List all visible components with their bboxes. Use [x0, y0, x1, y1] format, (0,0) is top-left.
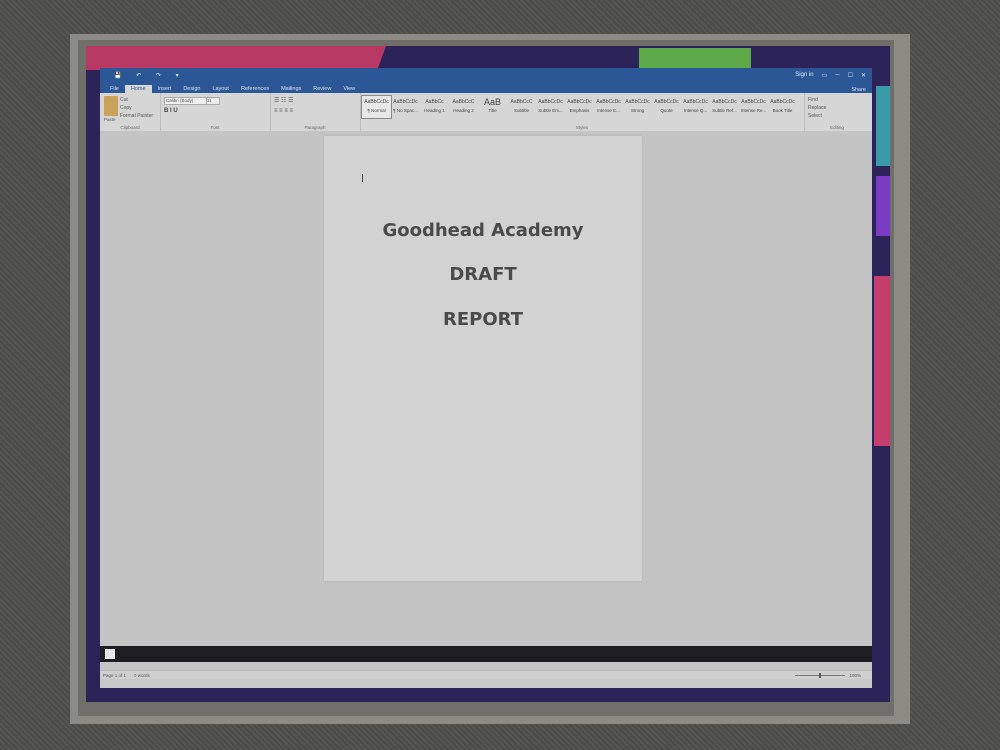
tab-file[interactable]: File	[104, 85, 125, 93]
wallpaper-red-band	[86, 46, 387, 70]
quick-access-toolbar: 💾 ↶ ↷ ▾	[106, 72, 184, 79]
wallpaper-purple-band	[876, 176, 890, 236]
paragraph-label: Paragraph	[304, 125, 326, 130]
zoom-level[interactable]: 100%	[849, 673, 861, 678]
tab-insert[interactable]: Insert	[152, 85, 178, 93]
status-bar: Page 1 of 1 0 words 100%	[100, 670, 872, 679]
wallpaper-pink-band	[874, 276, 890, 446]
paste-icon[interactable]	[104, 96, 118, 116]
style-item[interactable]: AaBbCcDc Subtle Ref...	[710, 96, 739, 118]
cut-button[interactable]: Cut	[120, 96, 153, 104]
style-item[interactable]: AaBbCcDc Subtle Em...	[536, 96, 565, 118]
list-buttons[interactable]: ☰ ☷ ☰	[274, 97, 293, 104]
style-item[interactable]: AaBbCcDc Intense Re...	[739, 96, 768, 118]
clipboard-group: Paste Cut Copy Format Painter Clipboard	[100, 93, 161, 131]
ribbon: Paste Cut Copy Format Painter Clipboard …	[100, 93, 872, 132]
page-count[interactable]: Page 1 of 1	[103, 673, 126, 678]
document-heading[interactable]: Goodhead Academy	[324, 220, 642, 241]
zoom-slider[interactable]	[795, 672, 846, 678]
wallpaper-green-band	[639, 48, 751, 70]
paste-button[interactable]: Paste	[104, 117, 116, 122]
style-item[interactable]: AaB Title	[478, 96, 507, 118]
styles-gallery: AaBbCcDc ¶ Normal AaBbCcDc ¶ No Spac... Aa…	[361, 95, 797, 119]
style-item[interactable]: AaBbCcDc Intense Q...	[681, 96, 710, 118]
maximize-button[interactable]: ☐	[848, 72, 853, 79]
style-item[interactable]: AaBbCcDc Quote	[652, 96, 681, 118]
style-item[interactable]: AaBbCcDc Strong	[623, 96, 652, 118]
style-item[interactable]: AaBbCcC Heading 2	[449, 96, 478, 118]
tab-review[interactable]: Review	[307, 85, 337, 93]
sign-in-link[interactable]: Sign in	[795, 72, 813, 78]
minimize-button[interactable]: ─	[835, 72, 839, 78]
editing-label: Editing	[830, 125, 844, 130]
styles-label: Styles	[575, 125, 589, 130]
style-item[interactable]: AaBbCcDc ¶ Normal	[361, 95, 392, 119]
style-item[interactable]: AaBbCcC Subtitle	[507, 96, 536, 118]
style-item[interactable]: AaBbCcDc ¶ No Spac...	[391, 96, 420, 118]
replace-button[interactable]: Replace	[808, 104, 826, 112]
close-button[interactable]: ✕	[861, 72, 866, 79]
copy-button[interactable]: Copy	[120, 104, 153, 112]
style-item[interactable]: AaBbCcDc Book Title	[768, 96, 797, 118]
select-button[interactable]: Select	[808, 112, 826, 120]
document-draft-line[interactable]: DRAFT	[324, 264, 642, 285]
style-item[interactable]: AaBbCcDc Emphasis	[565, 96, 594, 118]
tab-design[interactable]: Design	[177, 85, 206, 93]
word-window: 💾 ↶ ↷ ▾ Sign in ▭ ─ ☐ ✕ File Home Insert…	[100, 68, 872, 688]
customize-qat-icon[interactable]: ▾	[176, 73, 179, 79]
title-bar: 💾 ↶ ↷ ▾ Sign in ▭ ─ ☐ ✕	[100, 68, 872, 82]
align-buttons[interactable]: ≡ ≡ ≡ ≡	[274, 108, 293, 114]
format-painter-button[interactable]: Format Painter	[120, 112, 153, 120]
ribbon-tabs: File Home Insert Design Layout Reference…	[100, 82, 872, 93]
tab-home[interactable]: Home	[124, 85, 152, 93]
tab-view[interactable]: View	[337, 85, 361, 93]
style-item[interactable]: AaBbCc Heading 1	[420, 96, 449, 118]
bold-italic-underline-buttons[interactable]: B I U	[164, 108, 178, 114]
zoom-slider-knob[interactable]	[819, 672, 822, 678]
style-item[interactable]: AaBbCcDc Intense E...	[594, 96, 623, 118]
paragraph-group: ☰ ☷ ☰ ≡ ≡ ≡ ≡ Paragraph	[270, 93, 361, 131]
wallpaper-teal-band	[876, 86, 890, 166]
save-icon[interactable]: 💾	[114, 73, 121, 79]
clipboard-label: Clipboard	[120, 125, 140, 130]
editing-group: Find Replace Select Editing	[804, 93, 870, 131]
undo-icon[interactable]: ↶	[136, 73, 141, 79]
redo-icon[interactable]: ↷	[156, 73, 161, 79]
ribbon-display-icon[interactable]: ▭	[822, 72, 828, 79]
text-cursor	[362, 174, 363, 182]
tab-layout[interactable]: Layout	[206, 85, 235, 93]
tab-mailings[interactable]: Mailings	[275, 85, 307, 93]
tab-references[interactable]: References	[235, 85, 275, 93]
start-button[interactable]	[105, 649, 115, 659]
taskbar	[100, 646, 872, 662]
font-name-select[interactable]: Calibri (Body)	[164, 97, 207, 105]
document-area[interactable]: Goodhead Academy DRAFT REPORT Page 1 of …	[100, 131, 872, 679]
word-count[interactable]: 0 words	[134, 673, 150, 678]
find-button[interactable]: Find	[808, 96, 826, 104]
font-group: Calibri (Body) 11 B I U Font	[160, 93, 271, 131]
document-report-line[interactable]: REPORT	[324, 309, 642, 330]
font-size-select[interactable]: 11	[206, 97, 220, 105]
screen: 💾 ↶ ↷ ▾ Sign in ▭ ─ ☐ ✕ File Home Insert…	[86, 46, 890, 702]
font-label: Font	[210, 125, 220, 130]
document-page[interactable]: Goodhead Academy DRAFT REPORT	[324, 136, 642, 581]
